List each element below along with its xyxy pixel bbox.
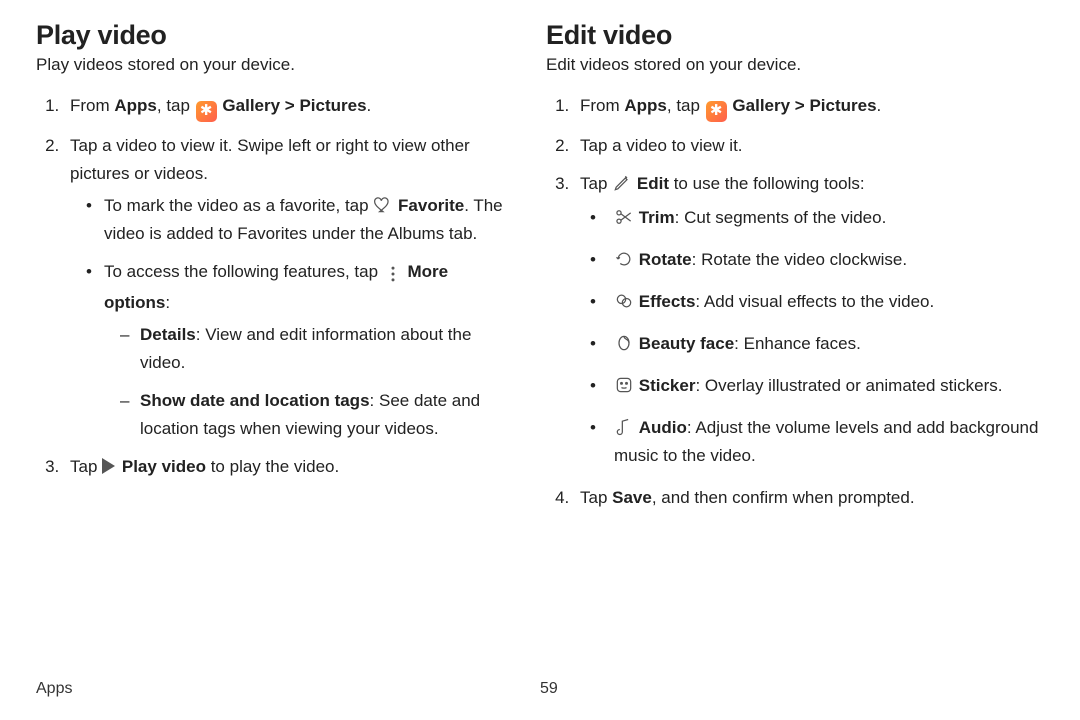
- tool-audio: Audio: Adjust the volume levels and add …: [586, 414, 1044, 470]
- text: : Add visual effects to the video.: [695, 292, 934, 311]
- footer-section-name: Apps: [36, 680, 540, 698]
- text: From: [580, 96, 624, 115]
- heart-icon: [373, 196, 393, 215]
- page-footer: Apps 59: [0, 680, 1080, 698]
- details-item: Details: View and edit information about…: [116, 321, 518, 377]
- play-step-3: Tap Play video to play the video.: [64, 453, 518, 481]
- scissors-icon: [614, 208, 634, 227]
- beauty-label: Beauty face: [639, 334, 734, 353]
- text: .: [877, 96, 882, 115]
- edit-video-subtitle: Edit videos stored on your device.: [546, 53, 1044, 78]
- text: to play the video.: [206, 457, 339, 476]
- text: : Cut segments of the video.: [675, 208, 887, 227]
- text: .: [367, 96, 372, 115]
- gallery-label: Gallery: [728, 96, 790, 115]
- breadcrumb-arrow: >: [790, 96, 809, 115]
- breadcrumb-arrow: >: [280, 96, 299, 115]
- edit-step-4: Tap Save, and then confirm when prompted…: [574, 484, 1044, 512]
- play-video-steps: From Apps, tap ✱ Gallery > Pictures. Tap…: [36, 92, 518, 481]
- play-step-1: From Apps, tap ✱ Gallery > Pictures.: [64, 92, 518, 122]
- edit-step-2: Tap a video to view it.: [574, 132, 1044, 160]
- text: : Enhance faces.: [734, 334, 861, 353]
- tool-beauty: Beauty face: Enhance faces.: [586, 330, 1044, 358]
- tool-trim: Trim: Cut segments of the video.: [586, 204, 1044, 232]
- edit-video-column: Edit video Edit videos stored on your de…: [540, 20, 1044, 680]
- play-video-column: Play video Play videos stored on your de…: [36, 20, 540, 680]
- sticker-label: Sticker: [639, 376, 696, 395]
- edit-video-title: Edit video: [546, 20, 1044, 51]
- play-icon: [102, 458, 115, 474]
- text: To mark the video as a favorite, tap: [104, 196, 373, 215]
- text: Tap a video to view it.: [580, 136, 743, 155]
- text: Tap: [580, 174, 612, 193]
- effects-label: Effects: [639, 292, 696, 311]
- text: Tap a video to view it. Swipe left or ri…: [70, 136, 470, 183]
- text: to use the following tools:: [669, 174, 865, 193]
- apps-label: Apps: [624, 96, 667, 115]
- more-options-sublist: Details: View and edit information about…: [104, 321, 518, 443]
- favorite-bullet: To mark the video as a favorite, tap Fav…: [82, 192, 518, 248]
- edit-step-3: Tap Edit to use the following tools: Tri…: [574, 170, 1044, 470]
- text: , tap: [157, 96, 195, 115]
- play-step-2-sublist: To mark the video as a favorite, tap Fav…: [70, 192, 518, 443]
- pictures-label: Pictures: [299, 96, 366, 115]
- text: : Overlay illustrated or animated sticke…: [695, 376, 1002, 395]
- edit-step-1: From Apps, tap ✱ Gallery > Pictures.: [574, 92, 1044, 122]
- edit-tools-list: Trim: Cut segments of the video. Rotate:…: [580, 204, 1044, 470]
- music-note-icon: [614, 418, 634, 437]
- text: Tap: [70, 457, 102, 476]
- edit-video-steps: From Apps, tap ✱ Gallery > Pictures. Tap…: [546, 92, 1044, 512]
- apps-label: Apps: [114, 96, 157, 115]
- tags-item: Show date and location tags: See date an…: [116, 387, 518, 443]
- text: , and then confirm when prompted.: [652, 488, 915, 507]
- tool-sticker: Sticker: Overlay illustrated or animated…: [586, 372, 1044, 400]
- tool-effects: Effects: Add visual effects to the video…: [586, 288, 1044, 316]
- more-options-icon: [383, 261, 403, 289]
- favorite-label: Favorite: [398, 196, 464, 215]
- text: To access the following features, tap: [104, 262, 383, 281]
- audio-label: Audio: [639, 418, 687, 437]
- sticker-icon: [614, 376, 634, 395]
- text: , tap: [667, 96, 705, 115]
- edit-label: Edit: [637, 174, 669, 193]
- play-video-title: Play video: [36, 20, 518, 51]
- rotate-label: Rotate: [639, 250, 692, 269]
- face-icon: [614, 334, 634, 353]
- text: : Rotate the video clockwise.: [692, 250, 907, 269]
- pictures-label: Pictures: [809, 96, 876, 115]
- footer-page-number: 59: [540, 680, 558, 698]
- tool-rotate: Rotate: Rotate the video clockwise.: [586, 246, 1044, 274]
- gallery-label: Gallery: [218, 96, 280, 115]
- text: From: [70, 96, 114, 115]
- text: :: [165, 293, 170, 312]
- play-video-subtitle: Play videos stored on your device.: [36, 53, 518, 78]
- pencil-icon: [612, 174, 632, 193]
- tags-label: Show date and location tags: [140, 391, 370, 410]
- play-step-2: Tap a video to view it. Swipe left or ri…: [64, 132, 518, 443]
- gallery-icon: ✱: [196, 101, 217, 122]
- gallery-icon: ✱: [706, 101, 727, 122]
- play-video-label: Play video: [122, 457, 206, 476]
- rotate-icon: [614, 250, 634, 269]
- effects-icon: [614, 292, 634, 311]
- save-label: Save: [612, 488, 652, 507]
- more-options-bullet: To access the following features, tap Mo…: [82, 258, 518, 443]
- text: Tap: [580, 488, 612, 507]
- page-body: Play video Play videos stored on your de…: [0, 0, 1080, 680]
- trim-label: Trim: [639, 208, 675, 227]
- details-label: Details: [140, 325, 196, 344]
